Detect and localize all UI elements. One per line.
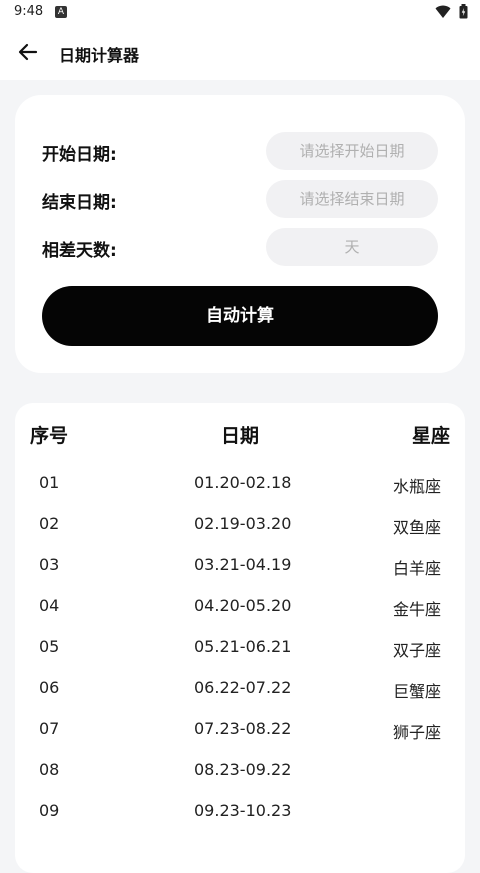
zodiac-table: 序号 日期 星座 01 01.20-02.18 水瓶座 02 02.19-03.… bbox=[15, 403, 465, 873]
row-index: 09 bbox=[39, 801, 60, 820]
row-index: 02 bbox=[39, 514, 60, 533]
start-date-picker[interactable]: 请选择开始日期 bbox=[266, 132, 438, 170]
table-row: 03 03.21-04.19 白羊座 bbox=[15, 545, 465, 586]
row-date: 01.20-02.18 bbox=[194, 473, 292, 492]
row-index: 01 bbox=[39, 473, 60, 492]
table-body: 01 01.20-02.18 水瓶座 02 02.19-03.20 双鱼座 03… bbox=[15, 463, 465, 832]
row-index: 07 bbox=[39, 719, 60, 738]
row-sign: 狮子座 bbox=[392, 723, 441, 742]
row-date: 08.23-09.22 bbox=[194, 760, 292, 779]
back-arrow-icon[interactable] bbox=[16, 40, 40, 64]
days-diff-label: 相差天数: bbox=[42, 241, 117, 261]
row-sign: 水瓶座 bbox=[392, 477, 441, 496]
row-date: 05.21-06.21 bbox=[194, 637, 292, 656]
auto-calculate-button[interactable]: 自动计算 bbox=[42, 286, 438, 346]
app-bar: 日期计算器 bbox=[0, 24, 480, 80]
row-index: 06 bbox=[39, 678, 60, 697]
table-row: 07 07.23-08.22 狮子座 bbox=[15, 709, 465, 750]
table-row: 04 04.20-05.20 金牛座 bbox=[15, 586, 465, 627]
end-date-picker[interactable]: 请选择结束日期 bbox=[266, 180, 438, 218]
row-date: 06.22-07.22 bbox=[194, 678, 292, 697]
row-sign: 巨蟹座 bbox=[392, 682, 441, 701]
table-row: 09 09.23-10.23 bbox=[15, 791, 465, 832]
status-bar: 9:48 A bbox=[0, 0, 480, 24]
header-index: 序号 bbox=[30, 425, 69, 447]
row-sign: 双子座 bbox=[392, 641, 441, 660]
header-date: 日期 bbox=[221, 425, 260, 447]
table-row: 01 01.20-02.18 水瓶座 bbox=[15, 463, 465, 504]
table-row: 08 08.23-09.22 bbox=[15, 750, 465, 791]
table-row: 05 05.21-06.21 双子座 bbox=[15, 627, 465, 668]
row-date: 02.19-03.20 bbox=[194, 514, 292, 533]
row-date: 07.23-08.22 bbox=[194, 719, 292, 738]
end-date-label: 结束日期: bbox=[42, 193, 117, 213]
row-index: 08 bbox=[39, 760, 60, 779]
wifi-icon bbox=[435, 5, 451, 19]
row-date: 03.21-04.19 bbox=[194, 555, 292, 574]
battery-icon bbox=[459, 4, 468, 19]
row-sign: 白羊座 bbox=[392, 559, 441, 578]
days-diff-field: 天 bbox=[266, 228, 438, 266]
row-date: 04.20-05.20 bbox=[194, 596, 292, 615]
table-row: 02 02.19-03.20 双鱼座 bbox=[15, 504, 465, 545]
row-index: 03 bbox=[39, 555, 60, 574]
status-time: 9:48 bbox=[14, 4, 44, 19]
header-sign: 星座 bbox=[411, 425, 450, 447]
row-sign: 双鱼座 bbox=[392, 518, 441, 537]
row-index: 05 bbox=[39, 637, 60, 656]
status-icons bbox=[435, 4, 468, 19]
row-sign: 金牛座 bbox=[392, 600, 441, 619]
calculator-card: 开始日期: 请选择开始日期 结束日期: 请选择结束日期 相差天数: 天 自动计算 bbox=[15, 95, 465, 373]
start-date-label: 开始日期: bbox=[42, 145, 117, 165]
row-index: 04 bbox=[39, 596, 60, 615]
table-row: 06 06.22-07.22 巨蟹座 bbox=[15, 668, 465, 709]
notification-icon: A bbox=[55, 6, 67, 18]
row-date: 09.23-10.23 bbox=[194, 801, 292, 820]
page-title: 日期计算器 bbox=[59, 46, 140, 65]
